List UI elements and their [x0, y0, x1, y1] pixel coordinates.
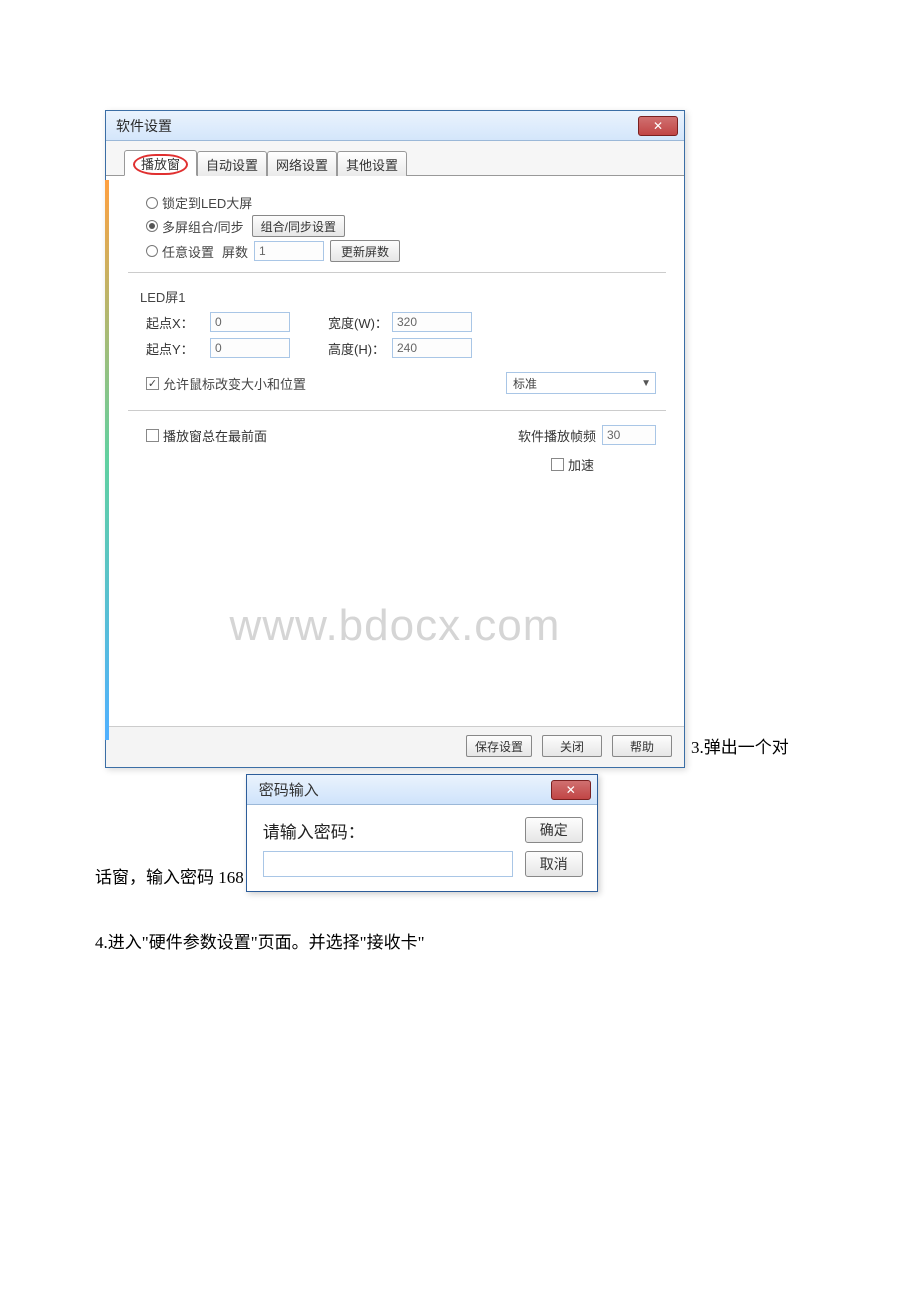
password-input[interactable] [263, 851, 513, 877]
password-prompt: 请输入密码： [263, 818, 513, 843]
update-screens-button[interactable]: 更新屏数 [330, 240, 400, 262]
decorative-left-stripe [105, 180, 109, 740]
content-panel: 锁定到LED大屏 多屏组合/同步 组合/同步设置 任意设置 屏数 1 更新屏数 … [106, 176, 684, 726]
watermark-text: www.bdocx.com [106, 601, 684, 651]
w-input[interactable]: 320 [392, 312, 472, 332]
step3-text-part1: 3.弹出一个对 [691, 733, 789, 768]
play-fps-label: 软件播放帧频 [518, 426, 596, 445]
tab-auto[interactable]: 自动设置 [197, 151, 267, 176]
screens-label: 屏数 [222, 242, 248, 261]
play-fps-input[interactable]: 30 [602, 425, 656, 445]
w-label: 宽度(W)： [328, 313, 388, 332]
software-settings-window: 软件设置 ✕ 播放窗 自动设置 网络设置 其他设置 锁定到LED大屏 多屏组合/ [105, 110, 685, 768]
password-close-icon[interactable]: ✕ [551, 780, 591, 800]
close-icon[interactable]: ✕ [638, 116, 678, 136]
step3-text-part2: 话窗，输入密码 168 [95, 863, 244, 892]
close-button[interactable]: 关闭 [542, 735, 602, 757]
radio-multiscreen-label: 多屏组合/同步 [162, 217, 244, 236]
ok-button[interactable]: 确定 [525, 817, 583, 843]
tab-playwindow-highlight: 播放窗 [133, 154, 188, 175]
mode-combobox-value: 标准 [513, 375, 537, 392]
screens-input[interactable]: 1 [254, 241, 324, 261]
y1-input[interactable]: 0 [210, 338, 290, 358]
tab-other[interactable]: 其他设置 [337, 151, 407, 176]
password-titlebar: 密码输入 ✕ [247, 775, 597, 805]
password-dialog: 密码输入 ✕ 请输入密码： 确定 取消 [246, 774, 598, 892]
tab-network[interactable]: 网络设置 [267, 151, 337, 176]
accel-checkbox[interactable] [551, 458, 564, 471]
tab-playwindow[interactable]: 播放窗 [124, 150, 197, 176]
led-group-title: LED屏1 [140, 287, 656, 306]
step4-text: 4.进入"硬件参数设置"页面。并选择"接收卡" [95, 928, 920, 953]
x1-input[interactable]: 0 [210, 312, 290, 332]
h-input[interactable]: 240 [392, 338, 472, 358]
accel-label: 加速 [568, 455, 594, 474]
chevron-down-icon: ▼ [641, 378, 651, 389]
allow-mouse-label: 允许鼠标改变大小和位置 [163, 374, 306, 393]
cancel-button[interactable]: 取消 [525, 851, 583, 877]
help-button[interactable]: 帮助 [612, 735, 672, 757]
radio-freeset-label: 任意设置 [162, 242, 214, 261]
y1-label: 起点Y： [146, 339, 206, 358]
radio-multiscreen[interactable] [146, 220, 158, 232]
password-title: 密码输入 [259, 779, 319, 800]
tab-strip: 播放窗 自动设置 网络设置 其他设置 [106, 141, 684, 176]
radio-freeset[interactable] [146, 245, 158, 257]
radio-lock-led-label: 锁定到LED大屏 [162, 193, 252, 212]
always-front-checkbox[interactable] [146, 429, 159, 442]
allow-mouse-checkbox[interactable]: ✓ [146, 377, 159, 390]
x1-label: 起点X： [146, 313, 206, 332]
mode-combobox[interactable]: 标准 ▼ [506, 372, 656, 394]
dialog-footer: 保存设置 关闭 帮助 [106, 726, 684, 767]
save-button[interactable]: 保存设置 [466, 735, 532, 757]
combine-sync-button[interactable]: 组合/同步设置 [252, 215, 345, 237]
always-front-label: 播放窗总在最前面 [163, 426, 267, 445]
radio-lock-led[interactable] [146, 197, 158, 209]
window-title: 软件设置 [116, 116, 172, 136]
titlebar: 软件设置 ✕ [106, 111, 684, 141]
h-label: 高度(H)： [328, 339, 388, 358]
